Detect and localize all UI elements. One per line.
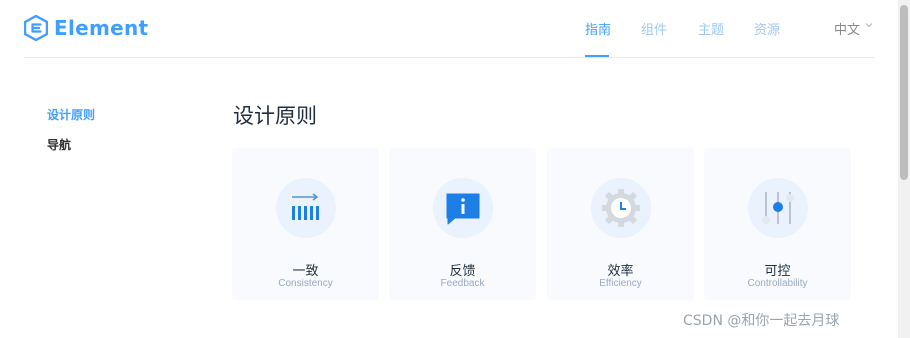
watermark-text: CSDN @和你一起去月球 [683, 313, 840, 329]
card-controllability: 可控 Controllability [704, 148, 851, 300]
logo-text: Element [54, 16, 149, 40]
header-divider [24, 57, 874, 58]
card-efficiency: 效率 Efficiency [547, 148, 694, 300]
consistency-icon [276, 178, 336, 238]
nav-guide[interactable]: 指南 [585, 19, 611, 38]
card-title: 反馈 [449, 264, 476, 279]
card-subtitle: Consistency [278, 278, 333, 289]
element-logo-icon [24, 15, 48, 41]
nav-theme[interactable]: 主题 [698, 19, 724, 38]
top-header: Element 指南 组件 主题 资源 中文 [0, 0, 898, 58]
card-title: 一致 [292, 264, 319, 279]
logo[interactable]: Element [24, 14, 148, 42]
card-subtitle: Controllability [747, 278, 808, 289]
sidebar-item-navigation[interactable]: 导航 [47, 136, 71, 153]
page-title: 设计原则 [233, 104, 317, 128]
card-consistency: 一致 Consistency [232, 148, 379, 300]
chevron-down-icon[interactable] [864, 20, 874, 30]
card-title: 可控 [764, 264, 791, 279]
card-feedback: 反馈 Feedback [389, 148, 536, 300]
feedback-icon [433, 178, 493, 238]
nav-resources[interactable]: 资源 [754, 19, 780, 38]
card-title: 效率 [607, 264, 634, 279]
controllability-icon [748, 178, 808, 238]
nav-components[interactable]: 组件 [641, 19, 667, 38]
efficiency-icon [591, 178, 651, 238]
card-subtitle: Efficiency [599, 278, 642, 289]
sidebar-item-design-principles[interactable]: 设计原则 [47, 106, 95, 123]
scrollbar-thumb[interactable] [900, 5, 908, 180]
language-selector[interactable]: 中文 [834, 19, 860, 38]
card-subtitle: Feedback [440, 278, 485, 289]
